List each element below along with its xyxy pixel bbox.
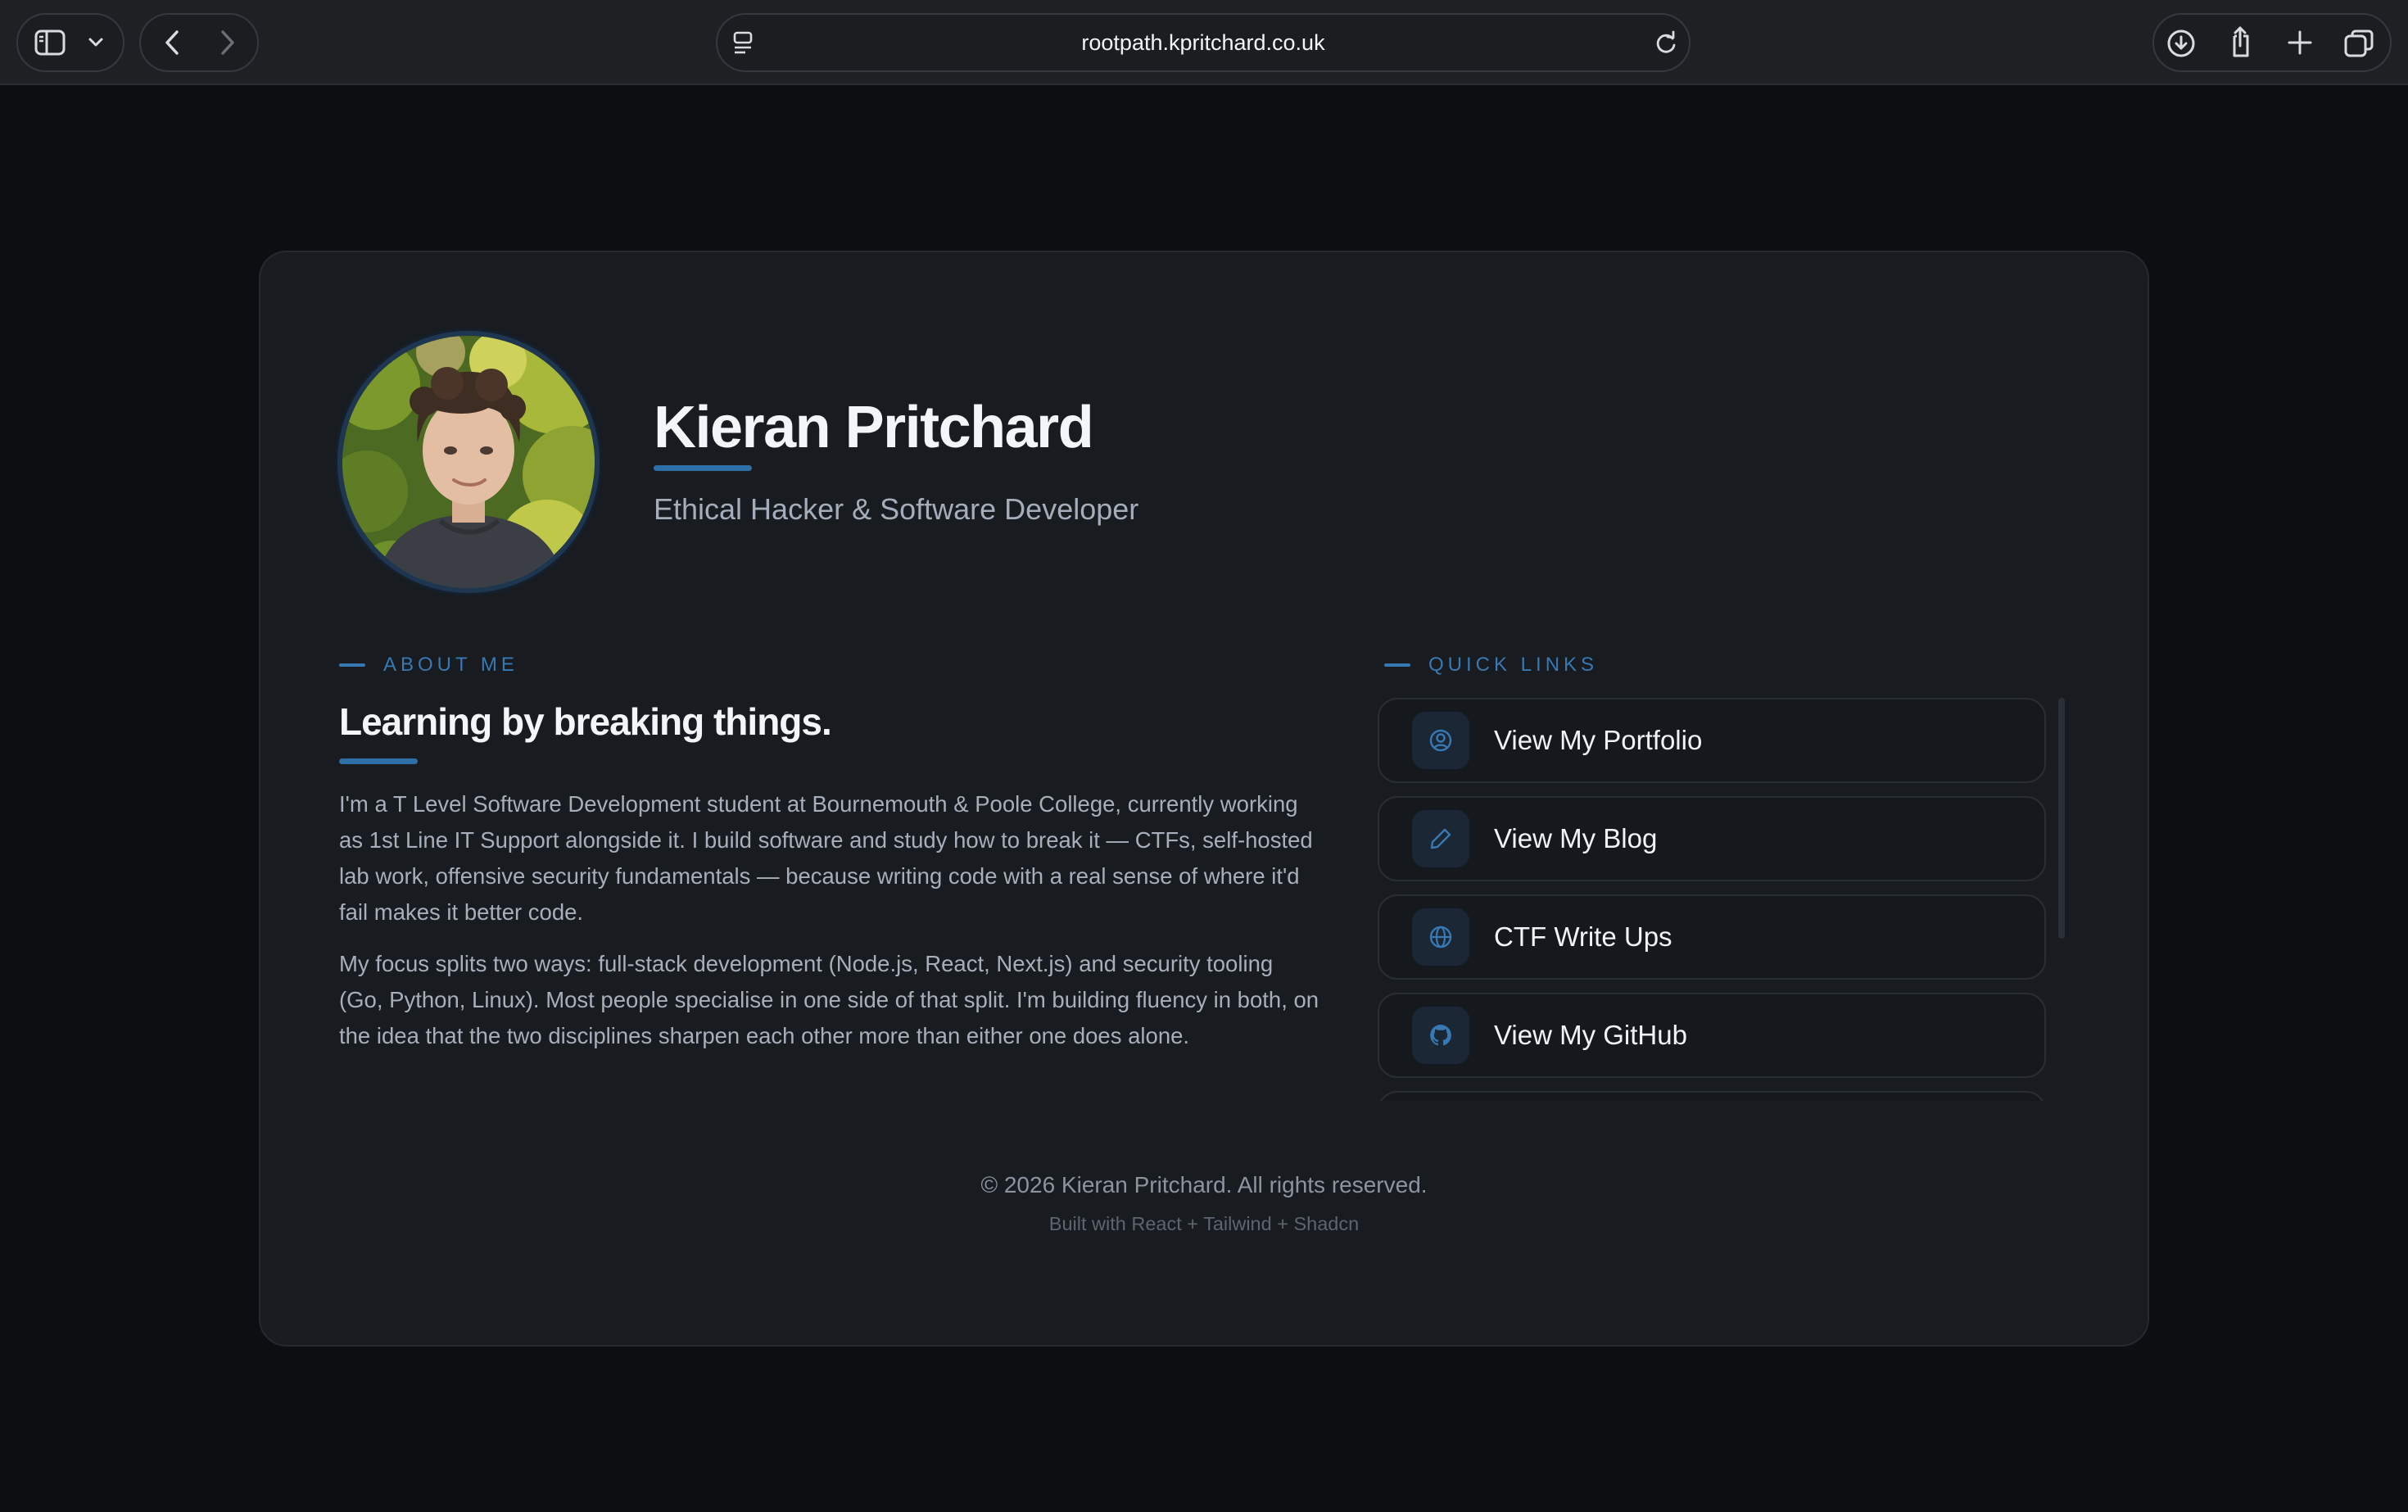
avatar	[337, 331, 600, 593]
tab-overview-icon[interactable]	[2342, 28, 2375, 59]
about-heading: Learning by breaking things.	[339, 700, 832, 743]
back-arrow-icon[interactable]	[161, 29, 185, 57]
browser-toolbar: rootpath.kpritchard.co.uk	[0, 0, 2408, 85]
address-bar[interactable]: rootpath.kpritchard.co.uk	[716, 13, 1691, 72]
about-paragraph: My focus splits two ways: full-stack dev…	[339, 951, 1319, 1048]
pencil-icon	[1412, 810, 1469, 867]
link-label: View My Portfolio	[1494, 725, 1703, 755]
profile-title: Ethical Hacker & Software Developer	[654, 492, 1139, 526]
label-dash	[1384, 663, 1410, 667]
quick-links-list[interactable]: View My Portfolio View My Blog CTF Write…	[1376, 695, 2056, 1101]
github-icon	[1412, 1007, 1469, 1064]
link-card-partial[interactable]	[1378, 1091, 2046, 1101]
name-underline	[654, 465, 752, 471]
github-link[interactable]: View My GitHub	[1378, 993, 2046, 1078]
url-text: rootpath.kpritchard.co.uk	[1081, 30, 1325, 55]
quick-links-label-text: QUICK LINKS	[1428, 654, 1599, 676]
avatar-photo	[342, 336, 595, 588]
quick-links-section-label: QUICK LINKS	[1384, 652, 1598, 678]
toolbar-actions-group	[2152, 13, 2392, 72]
label-dash	[339, 663, 365, 667]
profile-name: Kieran Pritchard	[654, 395, 1094, 460]
history-nav-group	[139, 13, 259, 72]
about-paragraph: I'm a T Level Software Development stude…	[339, 791, 1313, 925]
link-label: View My Blog	[1494, 823, 1658, 853]
about-section-label: ABOUT ME	[339, 652, 518, 678]
blog-link[interactable]: View My Blog	[1378, 796, 2046, 881]
sidebar-toggle-group	[16, 13, 124, 72]
user-circle-icon	[1412, 712, 1469, 769]
globe-icon	[1412, 908, 1469, 966]
download-icon[interactable]	[2166, 28, 2197, 59]
footer-copyright: © 2026 Kieran Pritchard. All rights rese…	[980, 1172, 1428, 1197]
ctf-writeups-link[interactable]: CTF Write Ups	[1378, 894, 2046, 980]
chevron-down-icon[interactable]	[87, 34, 105, 51]
heading-underline	[339, 758, 418, 764]
link-label: CTF Write Ups	[1494, 921, 1672, 952]
link-label: View My GitHub	[1494, 1020, 1687, 1050]
quick-links-scrollbar[interactable]	[2058, 698, 2065, 939]
footer-built-with: Built with React + Tailwind + Shadcn	[1048, 1213, 1360, 1234]
reload-icon[interactable]	[1653, 29, 1679, 57]
new-tab-plus-icon[interactable]	[2285, 28, 2315, 57]
forward-arrow-icon[interactable]	[215, 29, 239, 57]
portfolio-link[interactable]: View My Portfolio	[1378, 698, 2046, 783]
sidebar-icon[interactable]	[34, 28, 66, 57]
share-icon[interactable]	[2226, 25, 2254, 59]
about-label-text: ABOUT ME	[383, 654, 518, 676]
